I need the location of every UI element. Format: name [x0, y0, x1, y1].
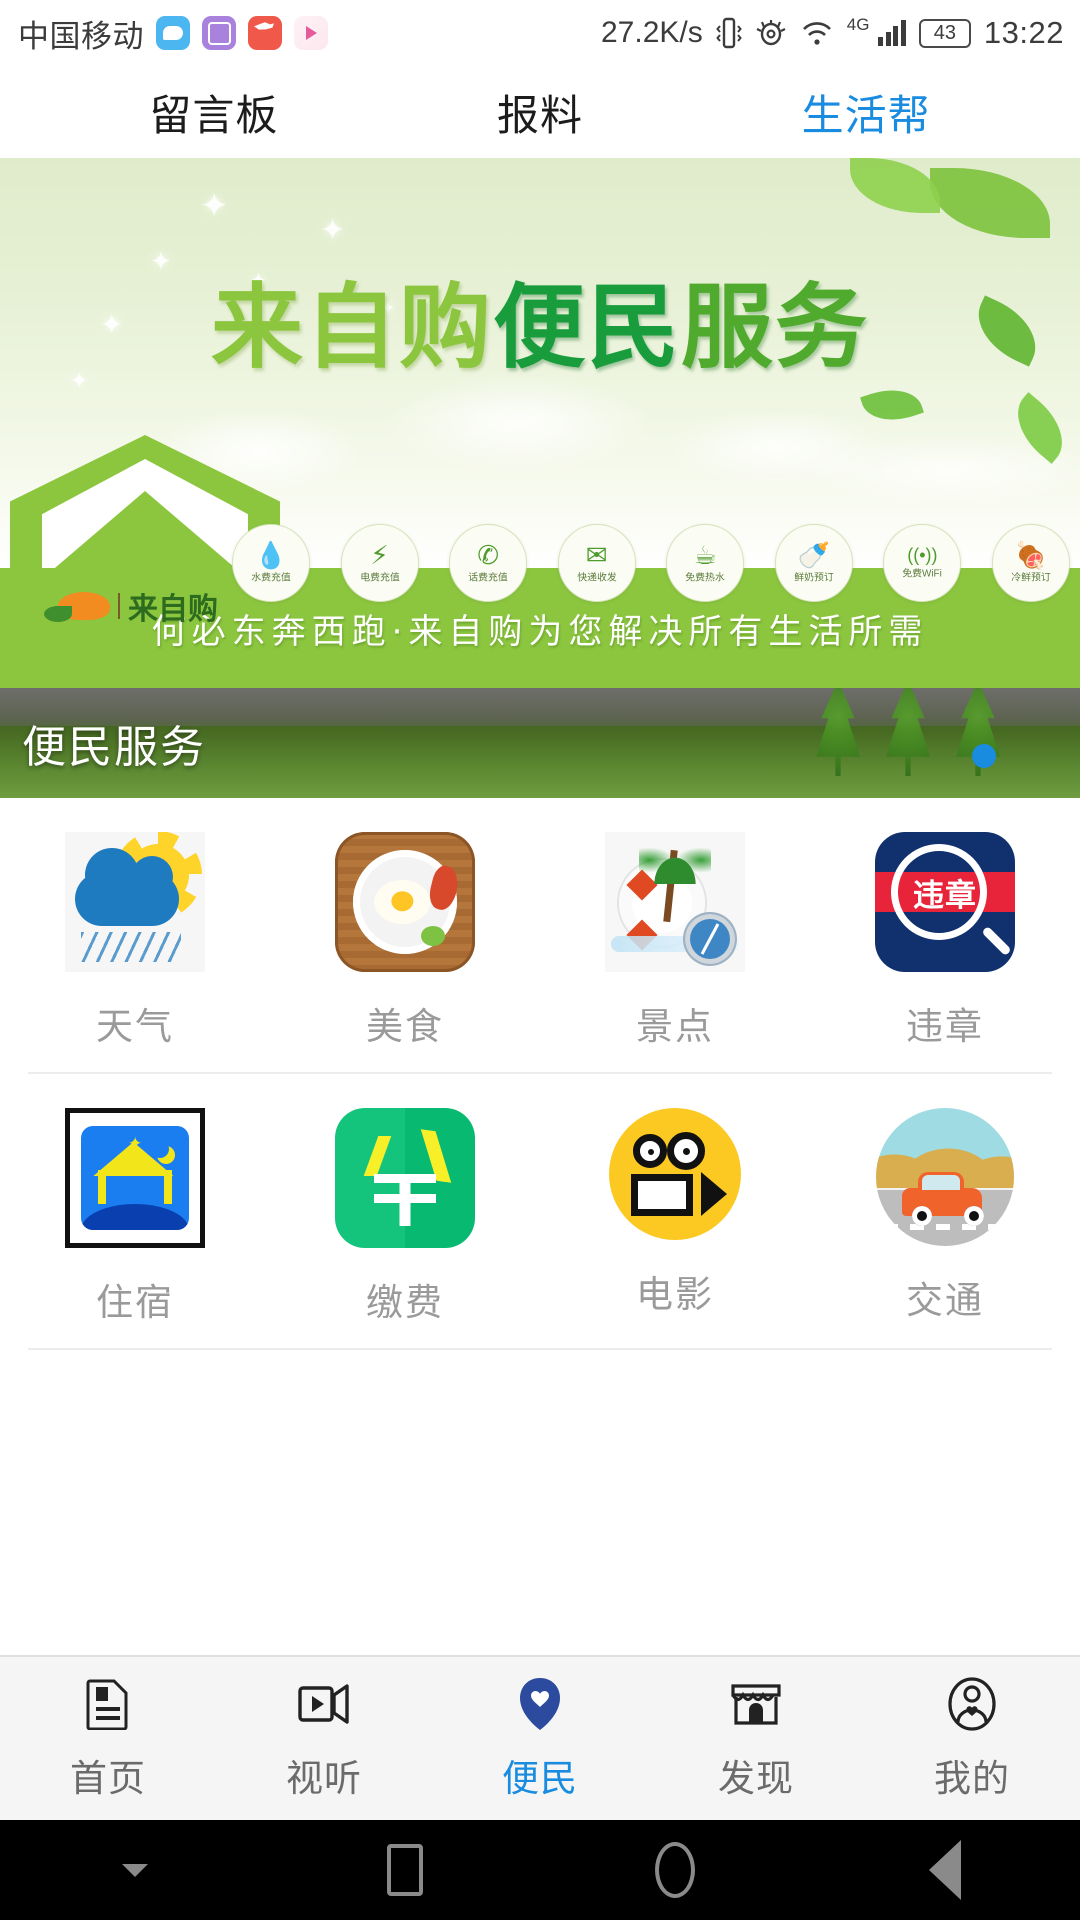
traffic-violation-icon: 违章: [875, 832, 1015, 972]
grid-bottom-divider: [28, 1348, 1052, 1350]
nav-label: 便民: [502, 1757, 578, 1799]
nav-label: 视听: [286, 1757, 362, 1799]
brand-mark-icon: [44, 592, 110, 622]
heart-pin-icon: [512, 1676, 568, 1732]
banner-service-icons: 💧 水费充值 ⚡ 电费充值 ✆ 话费充值 ✉ 快递收发 ☕ 免费热水 🍼 鲜奶预订 ((•)…: [232, 524, 1070, 602]
page-indicator-dot[interactable]: [972, 744, 996, 768]
battery-indicator: 43: [918, 18, 971, 48]
scenic-spot-icon: [605, 832, 745, 972]
recents-square-icon[interactable]: [270, 1844, 540, 1896]
header-trees-icon: [816, 688, 1000, 776]
arrow-app-icon: [294, 16, 328, 50]
status-bar: 中国移动 27.2K/s 4G 43 13:22: [0, 0, 1080, 66]
envelope-icon[interactable]: ✉ 快递收发: [557, 524, 636, 602]
wifi-icon: [800, 19, 834, 47]
brand-logo: 来自购: [44, 584, 218, 628]
violation-badge-text: 违章: [913, 877, 977, 913]
app-screen: 中国移动 27.2K/s 4G 43 13:22 留言板 报料 生活帮 ✦ ✦ …: [0, 0, 1080, 1920]
grid-label: 缴费: [366, 1282, 444, 1323]
vibrate-icon: [715, 16, 742, 50]
wifi-free-icon[interactable]: ((•)) 免费WiFi: [883, 524, 962, 602]
nav-item-discover[interactable]: 发现: [648, 1676, 864, 1802]
nav-item-mine[interactable]: 我的: [864, 1676, 1080, 1802]
nav-item-convenience[interactable]: 便民: [432, 1676, 648, 1802]
eye-care-icon: [755, 18, 787, 48]
fresh-meat-icon[interactable]: 🍖 冷鲜预订: [991, 524, 1070, 602]
tab-shenghuobang[interactable]: 生活帮: [802, 82, 931, 143]
promo-banner[interactable]: ✦ ✦ ✦ ✦ ✦ ✦ ✦ ✦ 来自购便民服务 来自购 💧 水费充值 ⚡ 电费充…: [0, 158, 1080, 688]
grid-label: 违章: [906, 1006, 984, 1047]
grid-item-traffic-violation[interactable]: 违章 违章: [810, 798, 1080, 1072]
nav-item-home[interactable]: 首页: [0, 1676, 216, 1802]
person-icon: [944, 1676, 1000, 1732]
hotel-icon: ✦: [65, 1108, 205, 1248]
grid-item-movie[interactable]: 电影: [540, 1074, 810, 1348]
brand-name-label: 来自购: [128, 593, 218, 626]
grid-label: 交通: [906, 1280, 984, 1321]
electric-plug-icon[interactable]: ⚡ 电费充值: [340, 524, 419, 602]
tab-baoliao[interactable]: 报料: [497, 82, 583, 143]
grid-item-hotel[interactable]: ✦ 住宿: [0, 1074, 270, 1348]
banner-headline-mid: 便民: [492, 274, 681, 381]
net-speed-label: 27.2K/s: [601, 16, 703, 49]
grid-label: 美食: [366, 1006, 444, 1047]
banner-headline: 来自购便民服务: [0, 253, 1080, 386]
grid-label: 住宿: [96, 1282, 174, 1323]
store-icon: [728, 1676, 784, 1732]
movie-icon: [609, 1108, 741, 1240]
chat-icon: [156, 16, 190, 50]
grid-label: 天气: [96, 1006, 174, 1047]
hot-water-icon[interactable]: ☕ 免费热水: [666, 524, 745, 602]
service-grid: 天气 美食 景点 违章 违章 ✦ 住宿 缴费 电影 交通: [0, 798, 1080, 1655]
nav-label: 发现: [718, 1757, 794, 1799]
phone-icon[interactable]: ✆ 话费充值: [449, 524, 528, 602]
grid-item-payment[interactable]: 缴费: [270, 1074, 540, 1348]
signal-bars-icon: [878, 20, 906, 46]
fish-app-icon: [248, 16, 282, 50]
hide-navbar-chevron-icon[interactable]: [0, 1863, 270, 1877]
home-circle-icon[interactable]: [540, 1842, 810, 1898]
section-title: 便民服务: [22, 723, 206, 772]
grid-item-transport[interactable]: 交通: [810, 1074, 1080, 1348]
status-bar-left: 中国移动: [18, 11, 328, 56]
bottom-navigation-bar: 首页 视听 便民 发现 我的: [0, 1655, 1080, 1820]
banner-slogan-label: 何必东奔西跑·来自购为您解决所有生活所需: [151, 611, 929, 652]
grid-item-scenic-spot[interactable]: 景点: [540, 798, 810, 1072]
nav-label: 我的: [934, 1757, 1010, 1799]
video-icon: [296, 1676, 352, 1732]
banner-headline-tail: 服务: [681, 274, 870, 381]
milk-bottle-icon[interactable]: 🍼 鲜奶预订: [774, 524, 853, 602]
tab-liuyanban[interactable]: 留言板: [149, 82, 278, 143]
back-triangle-icon[interactable]: [810, 1840, 1080, 1900]
food-icon: [335, 832, 475, 972]
grid-item-weather[interactable]: 天气: [0, 798, 270, 1072]
network-type-label: 4G: [846, 15, 870, 34]
top-tab-bar: 留言板 报料 生活帮: [0, 66, 1080, 158]
battery-level-label: 43: [918, 18, 971, 48]
weather-icon: [65, 832, 205, 972]
photo-icon: [202, 16, 236, 50]
nav-label: 首页: [70, 1757, 146, 1799]
clock-label: 13:22: [983, 15, 1064, 50]
carrier-label: 中国移动: [18, 18, 144, 54]
payment-icon: [335, 1108, 475, 1248]
grid-label: 景点: [636, 1006, 714, 1047]
grid-row-2: ✦ 住宿 缴费 电影 交通: [0, 1074, 1080, 1348]
android-navigation-bar: [0, 1820, 1080, 1920]
section-header: 便民服务: [0, 688, 1080, 798]
status-bar-right: 27.2K/s 4G 43 13:22: [601, 15, 1064, 51]
grid-label: 电影: [636, 1274, 714, 1315]
water-drop-icon[interactable]: 💧 水费充值: [232, 524, 310, 602]
grid-row-1: 天气 美食 景点 违章 违章: [0, 798, 1080, 1072]
nav-item-video[interactable]: 视听: [216, 1676, 432, 1802]
document-icon: [80, 1676, 136, 1732]
banner-headline-brand: 来自购: [210, 274, 493, 381]
grid-item-food[interactable]: 美食: [270, 798, 540, 1072]
transport-icon: [876, 1108, 1014, 1246]
